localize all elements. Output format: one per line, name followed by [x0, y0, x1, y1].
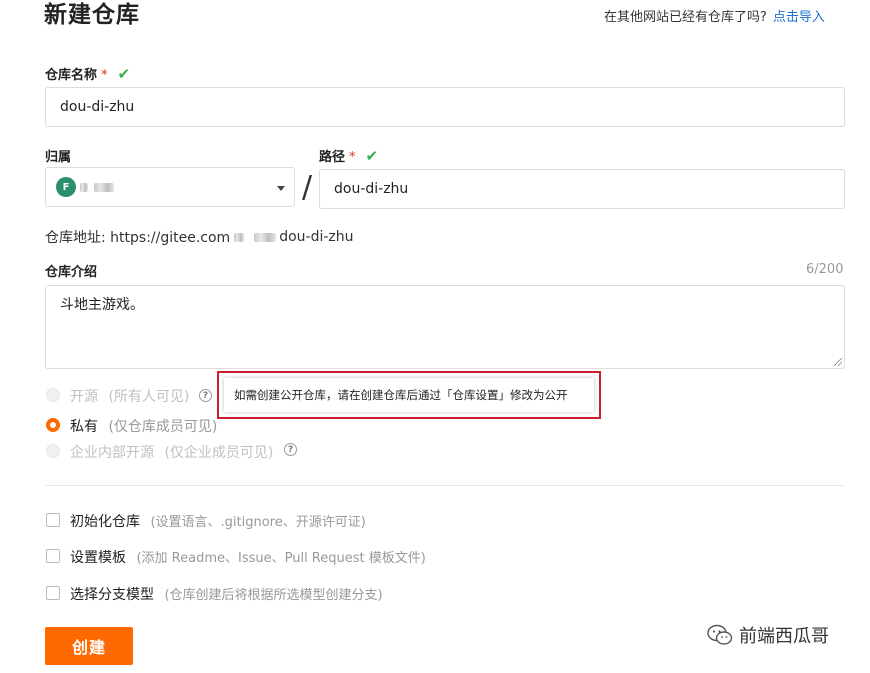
- path-label: 路径 * ✔: [319, 146, 378, 165]
- intro-counter: 6/200: [806, 262, 844, 277]
- path-label-text: 路径: [319, 150, 346, 165]
- option-label: 选择分支模型: [70, 587, 154, 603]
- redacted-path-2: [254, 232, 277, 242]
- redacted-owner-name: [80, 183, 88, 192]
- radio-open-source[interactable]: [46, 388, 60, 402]
- redacted-path: [234, 232, 245, 242]
- option-label: 企业内部开源: [70, 445, 154, 461]
- create-button[interactable]: 创建: [45, 627, 133, 665]
- repo-address-suffix: dou-di-zhu: [279, 229, 354, 245]
- path-separator: /: [302, 170, 313, 205]
- import-hint-text: 在其他网站已经有仓库了吗?: [604, 10, 767, 25]
- redacted-owner-name-2: [94, 183, 114, 192]
- repo-address-prefix: 仓库地址: https://gitee.com: [45, 230, 231, 246]
- radio-private-label: 私有 (仅仓库成员可见): [70, 416, 217, 436]
- option-note: (仅企业成员可见): [164, 445, 274, 461]
- avatar: F: [56, 177, 76, 197]
- path-input[interactable]: dou-di-zhu: [319, 169, 845, 209]
- wechat-icon: [707, 624, 733, 645]
- required-mark: *: [349, 150, 356, 165]
- intro-text: 斗地主游戏。: [60, 297, 144, 313]
- radio-enterprise[interactable]: [46, 444, 60, 458]
- check-icon: ✔: [365, 147, 379, 165]
- checkbox-branch-model[interactable]: [46, 586, 60, 600]
- radio-enterprise-label: 企业内部开源 (仅企业成员可见): [70, 442, 273, 462]
- intro-textarea[interactable]: 斗地主游戏。: [45, 285, 845, 369]
- option-note: (仓库创建后将根据所选模型创建分支): [164, 588, 383, 603]
- help-icon[interactable]: ?: [199, 389, 212, 402]
- resize-handle[interactable]: [834, 358, 842, 366]
- import-link[interactable]: 点击导入: [773, 10, 825, 25]
- radio-private[interactable]: [46, 418, 60, 432]
- option-label: 私有: [70, 419, 98, 435]
- required-mark: *: [101, 68, 108, 83]
- checkbox-init-repo[interactable]: [46, 513, 60, 527]
- import-hint: 在其他网站已经有仓库了吗? 点击导入: [604, 6, 825, 25]
- option-label: 开源: [70, 389, 98, 405]
- intro-label: 仓库介绍: [45, 265, 98, 280]
- option-label: 初始化仓库: [70, 514, 140, 530]
- repo-name-label: 仓库名称 * ✔: [45, 64, 130, 83]
- repo-name-label-text: 仓库名称: [45, 68, 98, 83]
- tooltip: 如需创建公开仓库，请在创建仓库后通过「仓库设置」修改为公开: [224, 378, 594, 412]
- branch-model-label: 选择分支模型 (仓库创建后将根据所选模型创建分支): [70, 584, 383, 604]
- template-label: 设置模板 (添加 Readme、Issue、Pull Request 模板文件): [70, 547, 426, 567]
- option-note: (所有人可见): [108, 389, 190, 405]
- init-repo-label: 初始化仓库 (设置语言、.gitignore、开源许可证): [70, 511, 366, 531]
- check-icon: ✔: [117, 65, 131, 83]
- page-title: 新建仓库: [44, 2, 140, 28]
- help-icon[interactable]: ?: [284, 443, 297, 456]
- divider: [45, 485, 845, 486]
- checkbox-template[interactable]: [46, 549, 60, 563]
- option-label: 设置模板: [70, 550, 126, 566]
- chevron-down-icon: [277, 186, 285, 191]
- option-note: (添加 Readme、Issue、Pull Request 模板文件): [136, 551, 426, 566]
- repo-name-input[interactable]: dou-di-zhu: [45, 87, 845, 127]
- option-note: (仅仓库成员可见): [108, 419, 218, 435]
- watermark: 前端西瓜哥: [707, 622, 829, 648]
- owner-select[interactable]: F: [45, 167, 295, 207]
- radio-open-source-label: 开源 (所有人可见): [70, 386, 189, 406]
- watermark-text: 前端西瓜哥: [739, 626, 829, 647]
- owner-label: 归属: [45, 150, 72, 165]
- repo-address: 仓库地址: https://gitee.com dou-di-zhu: [45, 227, 354, 247]
- option-note: (设置语言、.gitignore、开源许可证): [150, 515, 366, 530]
